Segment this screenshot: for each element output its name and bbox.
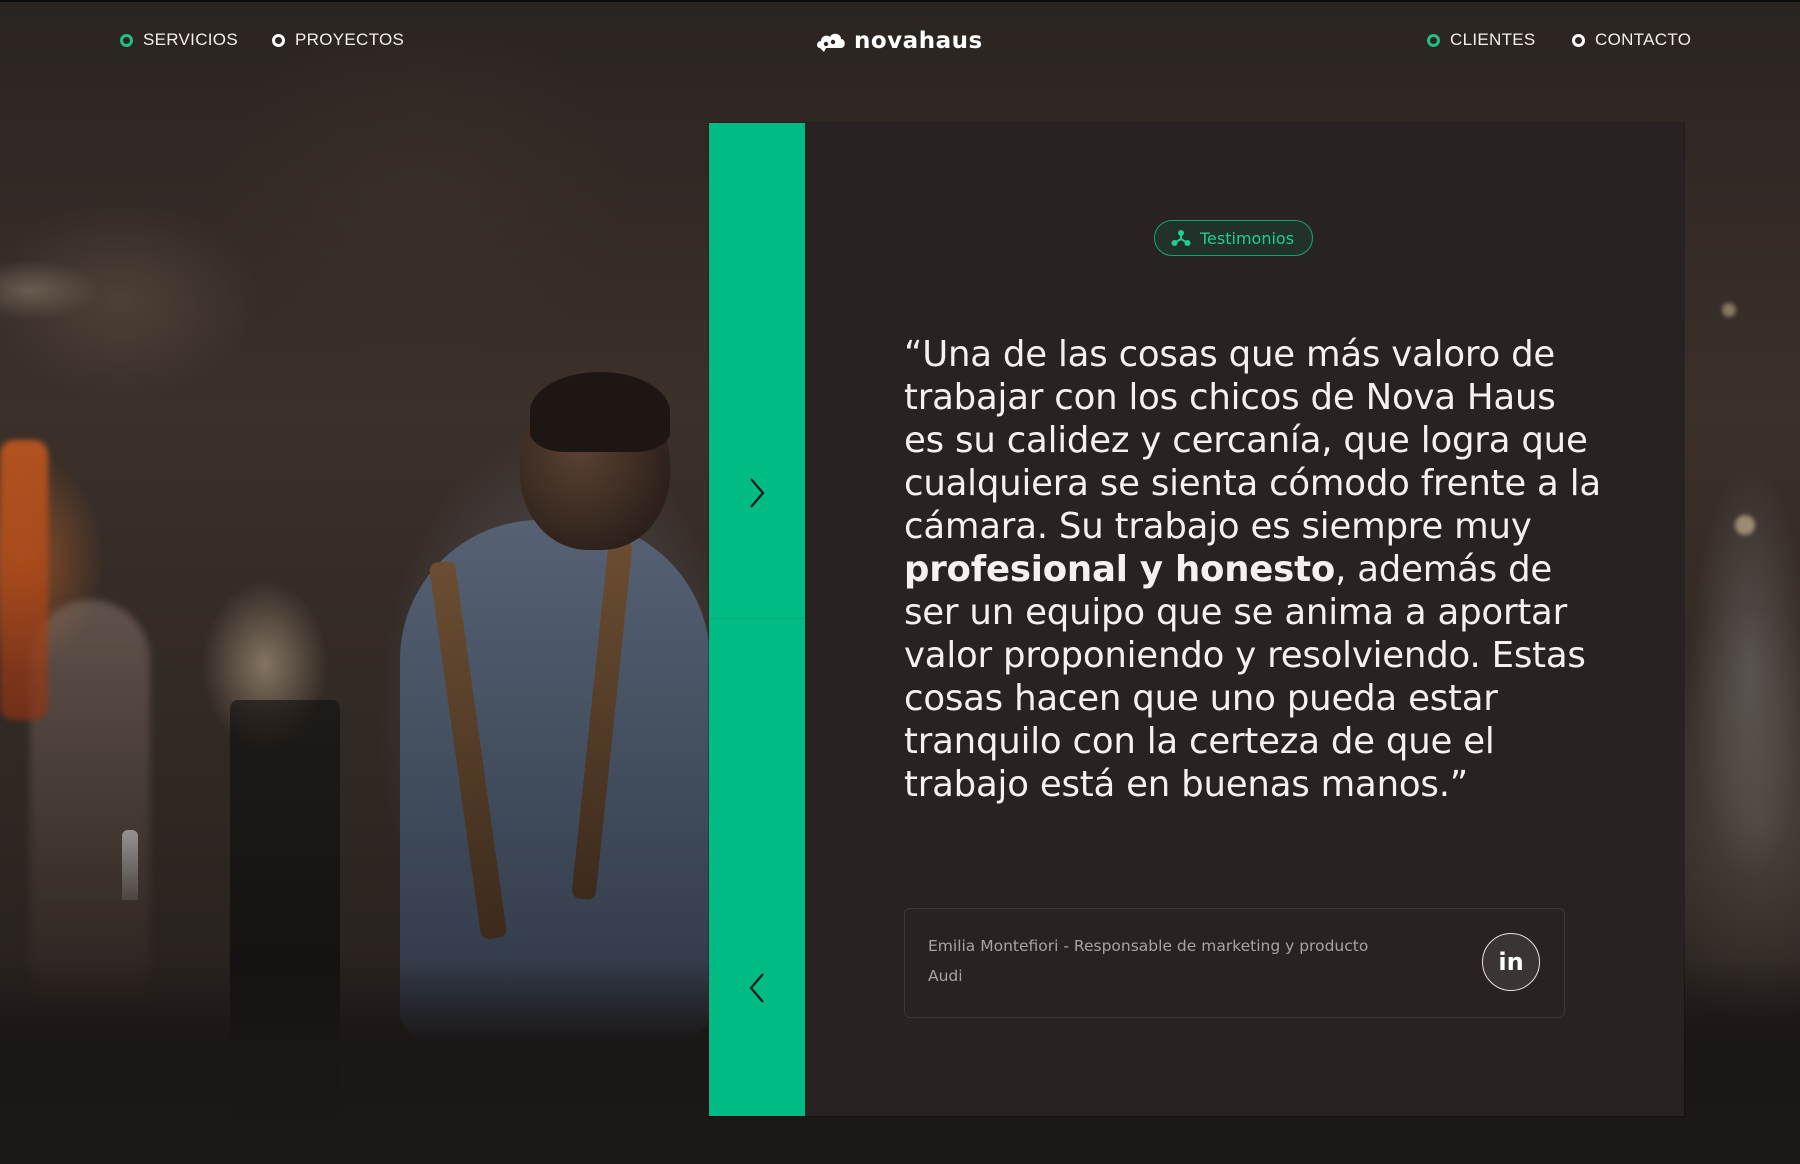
bartender-head (520, 380, 670, 550)
nav-proyectos[interactable]: PROYECTOS (272, 30, 404, 50)
cloud-logo-icon (817, 33, 845, 52)
top-nav: SERVICIOS PROYECTOS novahaus CLIENTES CO… (0, 0, 1800, 82)
rail-divider (709, 618, 805, 619)
background-person (30, 600, 150, 1020)
brand-logo[interactable]: novahaus (816, 28, 983, 54)
nav-clientes[interactable]: CLIENTES (1427, 30, 1536, 50)
prev-button[interactable] (709, 948, 805, 1028)
author-card: Emilia Montefiori - Responsable de marke… (904, 908, 1565, 1018)
nav-dot-icon (1572, 33, 1585, 47)
brand-name: novahaus (854, 28, 983, 54)
slider-controls (709, 123, 805, 1116)
linkedin-label: in (1498, 948, 1524, 976)
nav-dot-icon (272, 33, 285, 47)
background-glass (122, 830, 138, 900)
linkedin-icon[interactable]: in (1482, 933, 1540, 991)
testimonios-badge: Testimonios (1154, 220, 1314, 256)
bartender-body (400, 520, 710, 1040)
background-pillar (230, 700, 340, 1120)
nav-dot-icon (120, 33, 133, 47)
bartender-hair (530, 372, 670, 452)
nav-proyectos-label: PROYECTOS (295, 30, 405, 49)
author-name: Emilia Montefiori - Responsable de marke… (928, 937, 1369, 955)
testimonial-page: SERVICIOS PROYECTOS novahaus CLIENTES CO… (0, 0, 1800, 1164)
background-lamp (0, 260, 100, 320)
author-company: Audi (928, 967, 963, 985)
nav-contacto-label: CONTACTO (1595, 30, 1692, 49)
testimonial-quote: “Una de las cosas que más valoro de trab… (904, 333, 1604, 806)
nodes-icon (1171, 230, 1191, 246)
next-button[interactable] (709, 453, 805, 533)
chevron-right-icon (750, 478, 765, 508)
background-light-small (1722, 303, 1736, 317)
nav-servicios-label: SERVICIOS (143, 30, 238, 49)
quote-text-start: “Una de las cosas que más valoro de trab… (904, 334, 1601, 547)
background-right-glow (1690, 460, 1800, 880)
chevron-left-icon (749, 973, 764, 1003)
nav-servicios[interactable]: SERVICIOS (120, 30, 238, 50)
apron-strap-right (571, 539, 633, 901)
nav-dot-icon (1427, 33, 1440, 47)
badge-label: Testimonios (1200, 228, 1295, 248)
nav-contacto[interactable]: CONTACTO (1572, 30, 1691, 50)
nav-clientes-label: CLIENTES (1450, 30, 1536, 49)
background-bottle (0, 440, 48, 720)
background-light (1735, 515, 1755, 535)
apron-strap-left (428, 560, 508, 940)
quote-text-bold: profesional y honesto (904, 549, 1336, 590)
